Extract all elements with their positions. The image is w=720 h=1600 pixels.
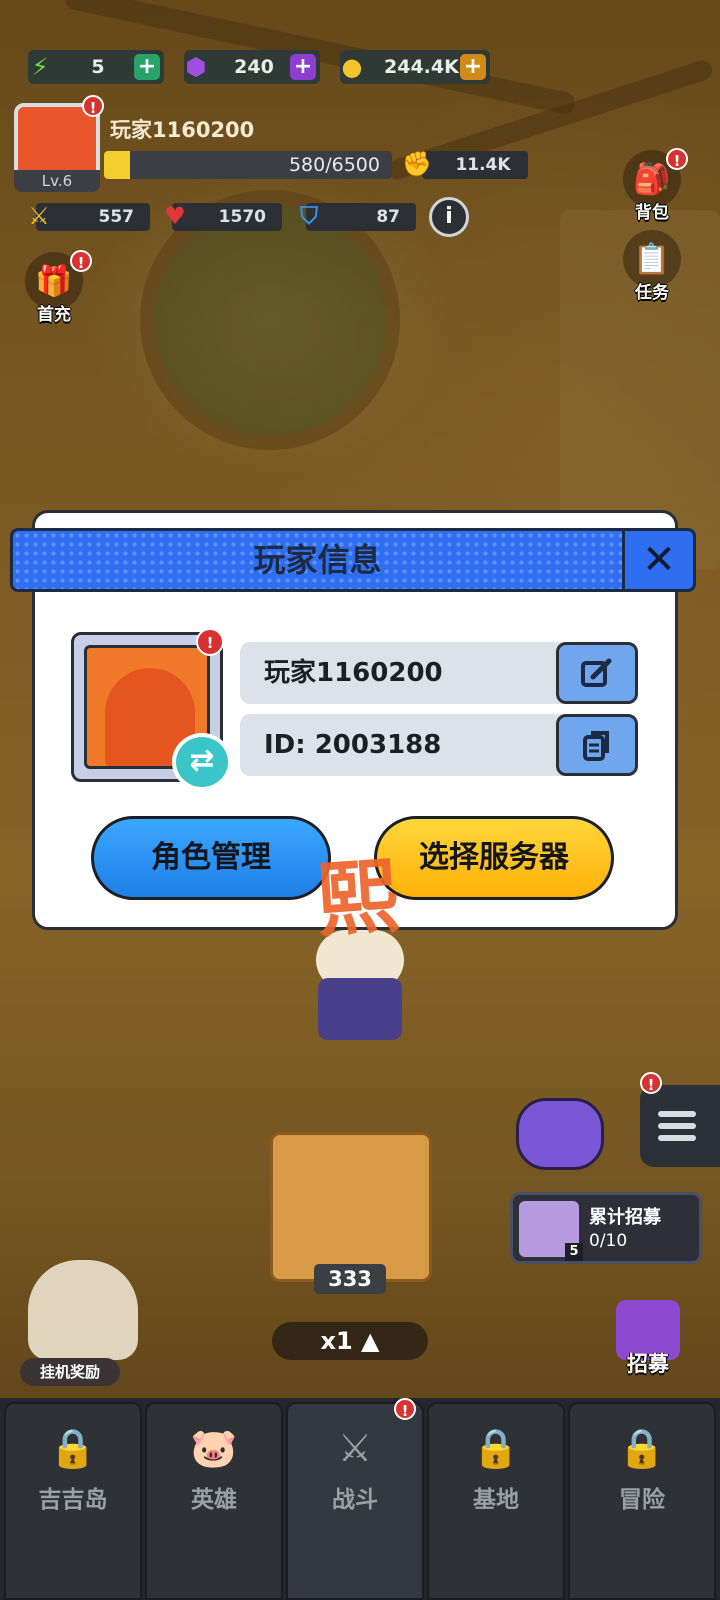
copy-icon [583, 731, 609, 761]
recruit-label: 招募 [627, 1352, 669, 1376]
add-coins-button[interactable]: + [460, 54, 486, 80]
profile-avatar-alert-icon: ! [196, 628, 224, 656]
player-level: Lv.6 [14, 170, 100, 192]
gem-icon: ⬢ [185, 53, 207, 81]
nav-item-battle[interactable]: ⚔ 战斗 [286, 1402, 424, 1600]
heart-icon: ♥ [164, 202, 186, 230]
battle-alert-icon: ! [394, 1398, 416, 1420]
tasks-label: 任务 [635, 283, 669, 303]
nav-label: 冒险 [619, 1487, 665, 1513]
swap-avatar-icon[interactable]: ⇄ [172, 733, 232, 791]
edit-icon [581, 658, 612, 687]
health-value: 1570 [218, 207, 266, 227]
energy-value: 5 [91, 56, 105, 78]
recruit-card-badge: 5 [565, 1243, 583, 1261]
coin-icon: ● [341, 53, 363, 81]
first-recharge-alert-icon: ! [70, 250, 92, 272]
power-counter: ✊ 11.4K [402, 150, 528, 179]
add-gems-button[interactable]: + [290, 54, 316, 80]
nav-item-island[interactable]: 🔒 吉吉岛 [4, 1402, 142, 1600]
nav-label: 吉吉岛 [38, 1487, 108, 1513]
lock-icon: 🔒 [472, 1425, 520, 1470]
lucky-cat-icon[interactable] [28, 1260, 138, 1360]
recruit-card-progress: 0/10 [589, 1231, 628, 1251]
cumulative-recruit-card[interactable]: 5 累计招募 0/10 [510, 1192, 702, 1264]
copy-id-button[interactable] [556, 714, 638, 776]
nav-label: 战斗 [332, 1487, 378, 1513]
power-value: 11.4K [455, 155, 511, 175]
menu-alert-icon: ! [640, 1072, 662, 1094]
watermark-stamp: 熙 [313, 848, 402, 950]
nav-item-adventure[interactable]: 🔒 冒险 [568, 1402, 716, 1600]
player-id-value: ID: 2003188 [264, 730, 442, 760]
nav-item-hero[interactable]: 🐷 英雄 [145, 1402, 283, 1600]
idle-reward-label[interactable]: 挂机奖励 [20, 1358, 120, 1386]
battle-icon: ⚔ [337, 1426, 373, 1470]
dialog-title: 玩家信息 [253, 541, 382, 579]
role-management-button[interactable]: 角色管理 [91, 816, 331, 900]
attack-stat: ⚔ 557 [28, 202, 150, 231]
lock-icon: 🔒 [618, 1425, 666, 1470]
nav-item-base[interactable]: 🔒 基地 [427, 1402, 565, 1600]
first-recharge-label: 首充 [37, 305, 71, 325]
fist-icon: ✊ [402, 150, 432, 178]
hero-icon: 🐷 [190, 1425, 238, 1470]
treasure-chest[interactable] [270, 1132, 432, 1282]
gem-value: 240 [234, 56, 274, 78]
energy-counter: ⚡ 5 + [28, 50, 164, 84]
attack-value: 557 [98, 207, 135, 227]
gamepad-icon[interactable] [516, 1098, 604, 1170]
tasks-button[interactable]: 📋 任务 [620, 230, 684, 303]
avatar-alert-icon: ! [82, 95, 104, 117]
close-button[interactable]: ✕ [622, 528, 696, 592]
recruit-button[interactable]: 招募 [612, 1300, 684, 1378]
exp-text: 580/6500 [288, 154, 380, 176]
player-name-header: 玩家1160200 [110, 118, 255, 142]
sword-icon: ⚔ [28, 202, 50, 230]
exp-bar: 580/6500 [104, 151, 392, 179]
defense-value: 87 [376, 207, 400, 227]
task-list-icon: 📋 [623, 230, 681, 288]
player-name-value: 玩家1160200 [264, 658, 443, 688]
nav-label: 英雄 [191, 1487, 237, 1513]
edit-name-button[interactable] [556, 642, 638, 704]
speed-toggle[interactable]: x1 ▲ [272, 1322, 428, 1360]
select-server-button[interactable]: 选择服务器 [374, 816, 614, 900]
shield-icon: ⛉ [300, 202, 318, 230]
menu-button[interactable] [640, 1085, 720, 1167]
info-icon[interactable]: i [429, 197, 469, 237]
add-energy-button[interactable]: + [134, 54, 160, 80]
defense-stat: ⛉ 87 [300, 202, 416, 231]
backpack-label: 背包 [635, 203, 669, 223]
recruit-icon [616, 1300, 680, 1360]
lock-icon: 🔒 [49, 1425, 97, 1470]
chest-count: 333 [314, 1264, 386, 1294]
exp-bar-fill [104, 151, 130, 179]
coin-value: 244.4K [384, 56, 459, 78]
lightning-icon: ⚡ [31, 53, 49, 81]
gem-counter: ⬢ 240 + [184, 50, 320, 84]
nav-label: 基地 [473, 1487, 519, 1513]
recruit-card-title: 累计招募 [589, 1207, 661, 1228]
coin-counter: ● 244.4K + [340, 50, 490, 84]
backpack-alert-icon: ! [666, 148, 688, 170]
health-stat: ♥ 1570 [164, 202, 282, 231]
